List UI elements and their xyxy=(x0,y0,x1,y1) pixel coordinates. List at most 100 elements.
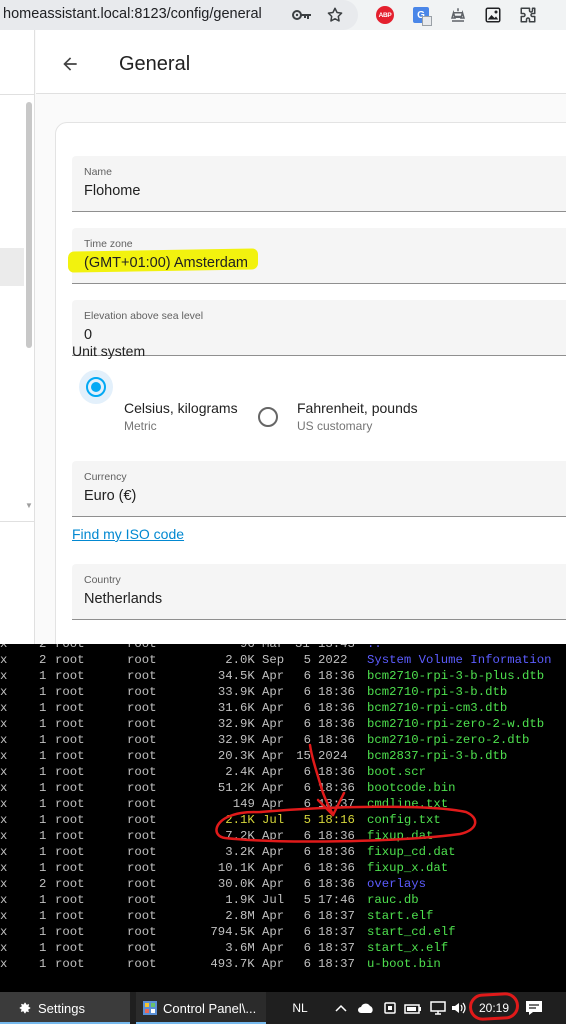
radio-us-customary-sub: US customary xyxy=(297,419,373,433)
terminal-cell-size: 3.6M xyxy=(225,941,255,955)
scale-icon[interactable] xyxy=(447,4,469,26)
terminal-cell-month: Sep xyxy=(262,653,285,667)
terminal-cell-perm: x xyxy=(0,829,8,843)
terminal-cell-links: 2 xyxy=(39,877,47,891)
terminal-cell-month: Apr xyxy=(262,717,285,731)
terminal-cell-day: 6 xyxy=(303,861,311,875)
terminal-cell-user: root xyxy=(55,685,85,699)
terminal-cell-links: 1 xyxy=(39,813,47,827)
terminal-cell-links: 1 xyxy=(39,957,47,971)
terminal-cell-group: root xyxy=(127,941,157,955)
back-arrow-icon[interactable] xyxy=(58,52,82,76)
terminal-cell-user: root xyxy=(55,653,85,667)
scroll-down-arrow-icon[interactable]: ▼ xyxy=(25,501,33,510)
extensions-icon[interactable] xyxy=(517,4,539,26)
radio-metric[interactable] xyxy=(86,377,106,397)
page-title: General xyxy=(119,53,191,75)
taskbar-settings[interactable]: Settings xyxy=(0,992,130,1024)
adblock-plus-icon[interactable]: ABP xyxy=(374,4,396,26)
elevation-field[interactable]: Elevation above sea level 0 xyxy=(72,300,566,356)
network-icon[interactable] xyxy=(428,992,448,1024)
terminal-cell-time: 18:36 xyxy=(318,717,355,731)
chevron-up-icon[interactable] xyxy=(332,992,350,1024)
terminal-cell-size: 31.6K xyxy=(217,701,255,715)
terminal-cell-time: 18:37 xyxy=(318,925,355,939)
terminal-cell-group: root xyxy=(127,829,157,843)
address-bar[interactable]: homeassistant.local:8123/config/general xyxy=(0,0,358,30)
currency-field-value[interactable]: Euro (€) xyxy=(84,488,136,504)
device-icon[interactable] xyxy=(380,992,400,1024)
terminal-cell-name: fixup_x.dat xyxy=(367,861,449,875)
terminal-cell-size: 20.3K xyxy=(217,749,255,763)
terminal-cell-group: root xyxy=(127,893,157,907)
country-field[interactable]: Country Netherlands xyxy=(72,564,566,620)
terminal-cell-day: 5 xyxy=(303,813,311,827)
terminal-cell-month: Jul xyxy=(262,813,285,827)
terminal-cell-time: 18:36 xyxy=(318,861,355,875)
volume-icon[interactable] xyxy=(450,992,468,1024)
terminal-window[interactable]: x 2 root root 96 Mar 31 13:43.. x 2 root root 2.0K S… xyxy=(0,644,566,992)
radio-metric-sub: Metric xyxy=(124,419,157,433)
terminal-cell-time: 18:36 xyxy=(318,685,355,699)
terminal-cell-group: root xyxy=(127,909,157,923)
terminal-cell-day: 6 xyxy=(303,957,311,971)
country-field-value[interactable]: Netherlands xyxy=(84,591,162,607)
terminal-cell-name: bootcode.bin xyxy=(367,781,456,795)
taskbar-control-panel[interactable]: Control Panel\... xyxy=(136,992,266,1024)
gear-icon xyxy=(19,1002,31,1014)
terminal-cell-perm: x xyxy=(0,717,8,731)
currency-field[interactable]: Currency Euro (€) xyxy=(72,461,566,517)
terminal-cell-links: 1 xyxy=(39,845,47,859)
radio-us-customary-label[interactable]: Fahrenheit, pounds xyxy=(297,400,418,416)
terminal-cell-time: 18:36 xyxy=(318,829,355,843)
terminal-cell-time: 18:36 xyxy=(318,669,355,683)
terminal-cell-name: start_cd.elf xyxy=(367,925,456,939)
radio-us-customary[interactable] xyxy=(258,407,278,427)
name-field-value[interactable]: Flohome xyxy=(84,183,140,199)
terminal-cell-perm: x xyxy=(0,685,8,699)
taskbar-control-panel-label: Control Panel\... xyxy=(163,1000,257,1016)
elevation-field-value[interactable]: 0 xyxy=(84,327,92,343)
terminal-cell-size: 32.9K xyxy=(217,733,255,747)
star-icon[interactable] xyxy=(325,5,345,25)
terminal-cell-perm: x xyxy=(0,749,8,763)
url-text[interactable]: homeassistant.local:8123/config/general xyxy=(3,6,262,22)
image-icon[interactable] xyxy=(482,4,504,26)
terminal-cell-month: Apr xyxy=(262,909,285,923)
terminal-cell-links: 1 xyxy=(39,781,47,795)
key-icon[interactable] xyxy=(292,5,312,25)
terminal-cell-perm: x xyxy=(0,733,8,747)
red-circle-annotation-clock xyxy=(468,991,520,1022)
onedrive-icon[interactable] xyxy=(355,992,377,1024)
terminal-cell-size: 32.9K xyxy=(217,717,255,731)
sidebar-scrollbar[interactable] xyxy=(26,102,32,348)
terminal-cell-time: 18:36 xyxy=(318,733,355,747)
google-translate-icon[interactable]: G xyxy=(410,4,432,26)
terminal-cell-user: root xyxy=(55,781,85,795)
terminal-cell-size: 2.1K xyxy=(225,813,255,827)
terminal-cell-day: 6 xyxy=(303,845,311,859)
terminal-cell-group: root xyxy=(127,925,157,939)
elevation-field-label: Elevation above sea level xyxy=(84,310,204,322)
notifications-icon[interactable] xyxy=(522,992,546,1024)
language-indicator[interactable]: NL xyxy=(288,992,312,1024)
name-field[interactable]: Name Flohome xyxy=(72,156,566,212)
terminal-cell-links: 1 xyxy=(39,765,47,779)
radio-metric-label[interactable]: Celsius, kilograms xyxy=(124,400,238,416)
terminal-cell-time: 18:36 xyxy=(318,701,355,715)
time-zone-field-value[interactable]: (GMT+01:00) Amsterdam xyxy=(84,255,248,271)
terminal-cell-day: 15 xyxy=(296,749,311,763)
battery-icon[interactable] xyxy=(402,992,424,1024)
terminal-cell-perm: x xyxy=(0,893,8,907)
terminal-cell-size: 30.0K xyxy=(217,877,255,891)
terminal-cell-time: 18:37 xyxy=(318,797,355,811)
sidebar-item-selected[interactable] xyxy=(0,248,24,286)
terminal-cell-group: root xyxy=(127,861,157,875)
terminal-cell-name: bcm2710-rpi-zero-2-w.dtb xyxy=(367,717,545,731)
terminal-cell-group: root xyxy=(127,669,157,683)
terminal-cell-group: root xyxy=(127,765,157,779)
terminal-cell-month: Jul xyxy=(262,893,285,907)
terminal-cell-group: root xyxy=(127,701,157,715)
find-iso-code-link[interactable]: Find my ISO code xyxy=(72,526,184,542)
time-zone-field[interactable]: Time zone (GMT+01:00) Amsterdam xyxy=(68,228,566,284)
